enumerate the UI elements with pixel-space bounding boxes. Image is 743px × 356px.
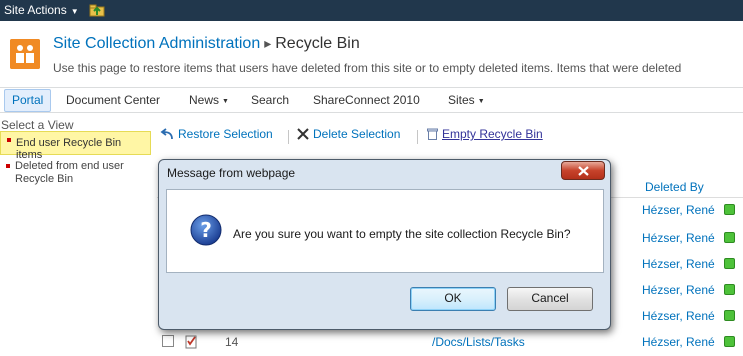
empty-recycle-bin-label: Empty Recycle Bin (442, 127, 543, 141)
presence-status-icon (724, 310, 735, 321)
topnav-item-portal[interactable]: Portal (4, 89, 52, 112)
view-item-deleted-from-end-user[interactable]: Deleted from end user Recycle Bin (0, 158, 151, 190)
table-row: 14 /Docs/Lists/Tasks Hézser, René (157, 332, 743, 356)
close-button[interactable] (561, 161, 605, 180)
bullet-icon (7, 138, 11, 142)
ribbon-top-bar: Site Actions ▼ (0, 0, 743, 21)
chevron-down-icon: ▼ (70, 7, 79, 16)
deleted-by-user-link[interactable]: Hézser, René (642, 203, 715, 217)
presence-status-icon (724, 336, 735, 347)
left-navigation: Select a View End user Recycle Bin items… (0, 114, 155, 353)
empty-recycle-bin-button[interactable]: Empty Recycle Bin (427, 127, 543, 141)
page-header: Site Collection Administration ▸ Recycle B… (0, 21, 743, 87)
deleted-by-user-link[interactable]: Hézser, René (642, 257, 715, 271)
ok-button[interactable]: OK (410, 287, 496, 311)
restore-selection-label: Restore Selection (178, 127, 273, 141)
item-id: 14 (225, 335, 239, 349)
toolbar-divider (417, 130, 418, 144)
topnav-item-document-center[interactable]: Document Center (66, 93, 160, 107)
navigate-up-icon[interactable] (89, 3, 105, 17)
breadcrumb-separator-icon: ▸ (264, 35, 272, 51)
topnav-item-news[interactable]: News ▼ (189, 93, 229, 107)
restore-selection-button[interactable]: Restore Selection (160, 127, 273, 141)
site-logo-icon (10, 39, 40, 69)
delete-selection-label: Delete Selection (313, 127, 401, 141)
topnav-sites-label: Sites (448, 93, 475, 107)
dialog-title: Message from webpage (167, 166, 296, 180)
toolbar-divider (288, 130, 289, 144)
bullet-icon (6, 164, 10, 168)
close-icon (578, 166, 589, 176)
delete-selection-button[interactable]: Delete Selection (297, 127, 400, 141)
recycle-bin-icon (427, 128, 438, 140)
presence-status-icon (724, 232, 735, 243)
dialog-body: ? Are you sure you want to empty the sit… (166, 189, 604, 273)
breadcrumb: Site Collection Administration ▸ Recycle B… (53, 35, 360, 53)
cancel-button[interactable]: Cancel (507, 287, 593, 311)
topnav-item-sites[interactable]: Sites ▼ (448, 93, 485, 107)
confirm-dialog: Message from webpage ? Are you sure you … (158, 159, 611, 330)
topnav-item-search[interactable]: Search (251, 93, 289, 107)
svg-text:?: ? (200, 218, 212, 242)
deleted-by-user-link[interactable]: Hézser, René (642, 231, 715, 245)
chevron-down-icon: ▼ (222, 98, 229, 105)
view-item-label: Deleted from end user Recycle Bin (15, 160, 124, 185)
top-navigation: Portal Document Center News ▼ Search Shar… (0, 87, 743, 113)
deleted-by-user-link[interactable]: Hézser, René (642, 335, 715, 349)
page-description: Use this page to restore items that user… (53, 61, 682, 75)
column-header-deleted-by[interactable]: Deleted By (645, 180, 704, 194)
presence-status-icon (724, 284, 735, 295)
chevron-down-icon: ▼ (477, 98, 485, 105)
dialog-message: Are you sure you want to empty the site … (233, 227, 571, 241)
site-actions-menu[interactable]: Site Actions ▼ (4, 3, 79, 17)
deleted-by-user-link[interactable]: Hézser, René (642, 309, 715, 323)
select-view-heading: Select a View (1, 118, 74, 132)
breadcrumb-site-collection-admin[interactable]: Site Collection Administration (53, 35, 260, 52)
site-actions-label: Site Actions (4, 3, 67, 17)
recycle-bin-toolbar: Restore Selection Delete Selection Empty… (157, 122, 743, 148)
presence-status-icon (724, 204, 735, 215)
presence-status-icon (724, 258, 735, 269)
deleted-by-user-link[interactable]: Hézser, René (642, 283, 715, 297)
task-item-icon (185, 335, 197, 349)
topnav-news-label: News (189, 93, 220, 107)
page-title: Recycle Bin (275, 35, 360, 52)
view-item-end-user-recycle-bin[interactable]: End user Recycle Bin items (0, 131, 151, 161)
row-select-checkbox[interactable] (162, 335, 174, 347)
item-location-link[interactable]: /Docs/Lists/Tasks (432, 335, 525, 349)
question-icon: ? (190, 214, 222, 246)
restore-arrow-icon (160, 128, 173, 140)
topnav-item-shareconnect-2010[interactable]: ShareConnect 2010 (313, 93, 420, 107)
delete-x-icon (297, 128, 309, 140)
